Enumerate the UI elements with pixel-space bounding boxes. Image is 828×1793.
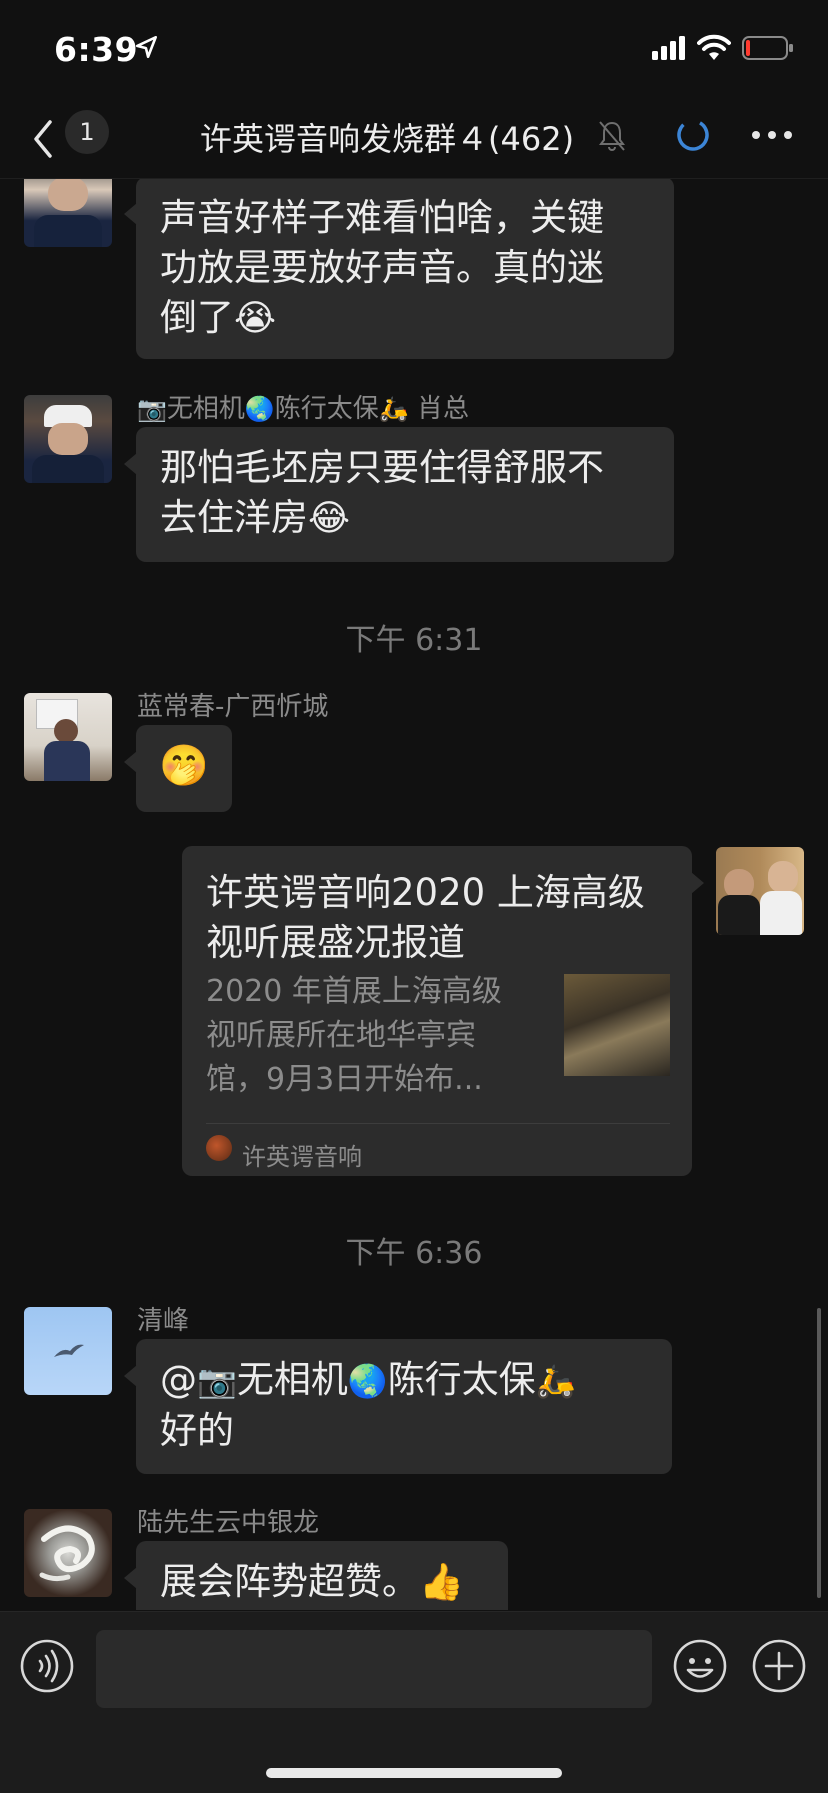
camera-emoji: 📷 [197, 1362, 237, 1400]
camera-emoji: 📷 [137, 395, 167, 423]
message-bubble[interactable]: 声音好样子难看怕啥，关键 功放是要放好声音。真的迷 倒了😭 [124, 179, 674, 359]
link-thumbnail [564, 974, 670, 1076]
message-list[interactable]: 声音好样子难看怕啥，关键 功放是要放好声音。真的迷 倒了😭 📷无相机🌏陈行太保🛵… [0, 179, 828, 1610]
status-time: 6:39 [54, 30, 139, 69]
voice-input-icon[interactable] [20, 1639, 74, 1693]
message-bubble[interactable]: 🤭 [124, 725, 232, 812]
cellular-signal-icon [652, 36, 685, 60]
avatar[interactable] [24, 1509, 112, 1597]
unread-count-badge[interactable]: 1 [65, 110, 109, 154]
scooter-emoji: 🛵 [378, 395, 409, 423]
scooter-emoji: 🛵 [535, 1362, 576, 1400]
sender-name: 蓝常春-广西忻城 [137, 692, 329, 722]
link-card[interactable]: 许英谔音响2020 上海高级视听展盛况报道 2020 年首展上海高级视听展所在地… [182, 846, 704, 1176]
link-description: 2020 年首展上海高级视听展所在地华亭宾馆，9月3日开始布... [206, 974, 502, 1097]
link-title: 许英谔音响2020 上海高级视听展盛况报道 [206, 871, 645, 964]
mute-bell-icon [599, 121, 625, 151]
more-options-icon[interactable] [748, 122, 796, 148]
hand-over-mouth-emoji: 🤭 [159, 743, 209, 789]
sender-name: 📷无相机🌏陈行太保🛵 肖总 [137, 394, 469, 424]
more-functions-plus-icon[interactable] [752, 1639, 806, 1693]
source-logo-icon [206, 1135, 232, 1161]
message-text-line: 那怕毛坯房只要住得舒服不 [160, 446, 604, 489]
scrollbar[interactable] [817, 1308, 821, 1598]
mention-at: @ [160, 1358, 197, 1401]
message-bubble[interactable]: 展会阵势超赞。👍 [124, 1541, 508, 1610]
avatar[interactable] [24, 1307, 112, 1395]
message-text-line: 声音好样子难看怕啥，关键 [160, 196, 604, 239]
battery-low-icon [742, 36, 793, 60]
chat-title[interactable]: 许英谔音响发烧群４(462) [200, 114, 574, 160]
wifi-icon [697, 34, 731, 60]
globe-emoji: 🌏 [244, 395, 275, 423]
avatar[interactable] [24, 693, 112, 781]
time-separator: 下午 6:36 [345, 1236, 483, 1271]
message-input-bar [0, 1611, 828, 1793]
emoji-picker-icon[interactable] [673, 1639, 727, 1693]
dragon-icon [39, 1525, 95, 1582]
message-bubble[interactable]: @📷无相机🌏陈行太保🛵 好的 [124, 1339, 672, 1474]
sender-name: 陆先生云中银龙 [137, 1508, 320, 1538]
link-source-name: 许英谔音响 [242, 1143, 362, 1171]
avatar[interactable] [24, 179, 112, 247]
syncing-spinner-icon [677, 119, 709, 151]
message-bubble[interactable]: 那怕毛坯房只要住得舒服不 去住洋房😂 [124, 427, 674, 562]
chat-nav-bar: 1 许英谔音响发烧群４(462) [0, 100, 828, 179]
globe-emoji: 🌏 [347, 1362, 388, 1400]
tears-of-joy-emoji: 😂 [308, 498, 351, 539]
thumbs-up-emoji: 👍 [419, 1562, 464, 1603]
back-chevron-icon[interactable] [28, 118, 60, 160]
message-text-line: 好的 [160, 1409, 234, 1452]
message-text-line: 功放是要放好声音。真的迷 [160, 246, 604, 289]
crying-laugh-emoji: 😭 [234, 298, 277, 339]
time-separator: 下午 6:31 [345, 623, 483, 658]
bird-icon [54, 1344, 84, 1357]
divider [206, 1123, 670, 1124]
location-arrow-icon [135, 35, 157, 59]
my-avatar[interactable] [716, 847, 804, 935]
status-bar: 6:39 [0, 0, 828, 100]
sender-name: 清峰 [137, 1306, 190, 1336]
message-text-input[interactable] [96, 1630, 652, 1708]
avatar[interactable] [24, 395, 112, 483]
message-text-line: 倒了 [160, 296, 234, 339]
message-text-line: 展会阵势超赞。 [160, 1560, 419, 1603]
message-text-line: 去住洋房 [160, 496, 308, 539]
home-indicator[interactable] [266, 1768, 562, 1778]
